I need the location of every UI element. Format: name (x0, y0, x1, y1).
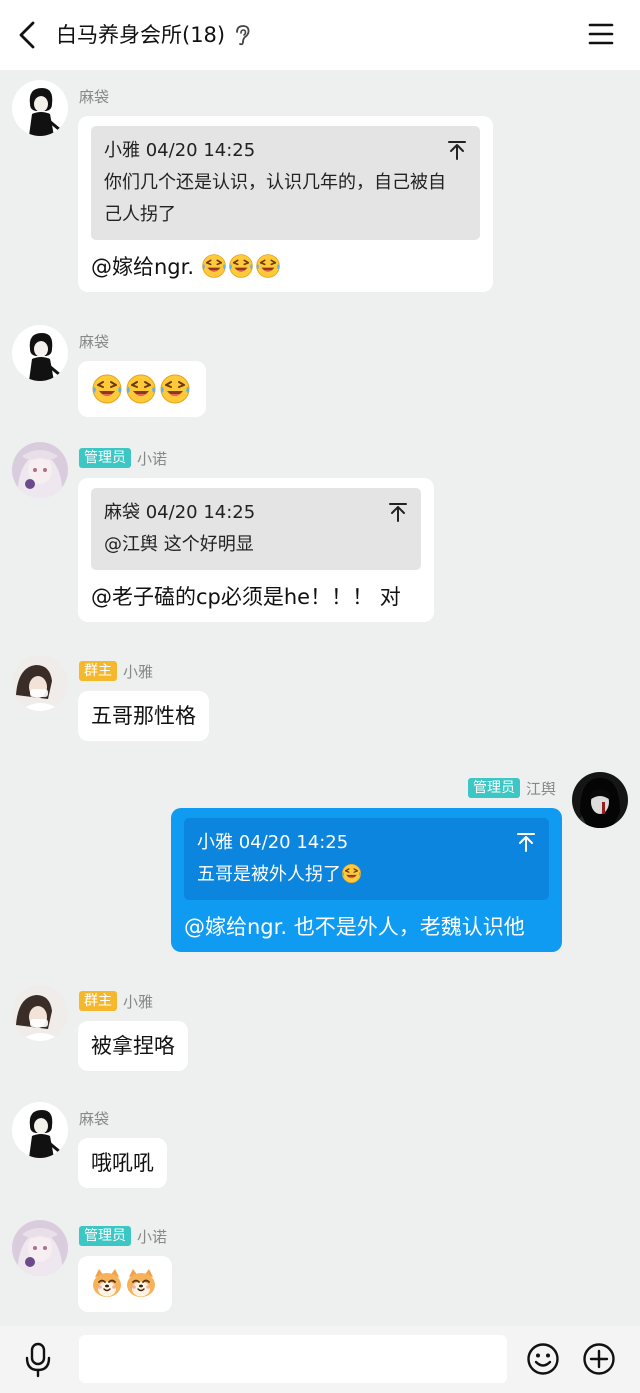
message-bubble[interactable]: 麻袋 04/20 14:25 @江舆 这个好明显 @老子磕的cp必须是he！！！… (78, 478, 434, 622)
message-bubble[interactable]: 被拿捏咯 (78, 1021, 188, 1071)
laughing-tears-emoji (125, 373, 157, 405)
sender-name: 小雅 (123, 992, 154, 1011)
earpiece-mode-icon (236, 25, 250, 46)
sender-name: 江舆 (525, 779, 556, 798)
sender-name: 小诺 (137, 449, 168, 468)
admin-badge: 管理员 (79, 1226, 131, 1246)
quote-header: 麻袋 04/20 14:25 (104, 502, 256, 523)
back-arrow-icon[interactable] (16, 20, 40, 50)
sender-name: 麻袋 (79, 87, 110, 106)
quote-header: 小雅 04/20 14:25 (197, 832, 349, 853)
message-bubble[interactable] (78, 361, 206, 417)
quoted-reply[interactable]: 麻袋 04/20 14:25 @江舆 这个好明显 (91, 488, 421, 570)
sender-name: 麻袋 (79, 1109, 110, 1128)
laughing-tears-emoji (341, 863, 362, 884)
quoted-reply[interactable]: 小雅 04/20 14:25 五哥是被外人拐了 (184, 818, 549, 900)
quote-text: 五哥是被外人拐了 (197, 859, 536, 891)
message-text: 被拿捏咯 (91, 1034, 175, 1058)
quote-text: 你们几个还是认识，认识几年的，自己被自己人拐了 (104, 172, 446, 225)
message-input[interactable] (79, 1335, 507, 1383)
laughing-tears-emoji (91, 373, 123, 405)
message-meta: 麻袋 (79, 1106, 109, 1130)
laughing-tears-emoji (159, 373, 191, 405)
quote-text-content: 五哥是被外人拐了 (197, 864, 341, 885)
message-bubble[interactable]: 哦吼吼 (78, 1138, 167, 1188)
message-meta: 管理员 小诺 (79, 1224, 167, 1248)
message-meta: 群主 小雅 (79, 659, 153, 683)
message-bubble[interactable]: 小雅 04/20 14:25 五哥是被外人拐了 @嫁给ngr. 也不是外人，老魏… (171, 808, 562, 952)
message-list[interactable]: 麻袋 小雅 04/20 14:25 你们几个还是认识，认识几年的，自己被自己人拐… (0, 70, 640, 1326)
owner-badge: 群主 (79, 991, 117, 1011)
quote-text: @江舆 这个好明显 (104, 534, 254, 555)
message-text: @嫁给ngr. (91, 255, 201, 279)
laughing-tears-emoji (255, 253, 281, 279)
avatar[interactable] (12, 442, 68, 498)
avatar[interactable] (12, 1102, 68, 1158)
menu-icon[interactable] (588, 22, 614, 46)
laughing-tears-emoji (228, 253, 254, 279)
input-bar (0, 1326, 640, 1393)
message-bubble[interactable] (78, 1256, 172, 1312)
admin-badge: 管理员 (467, 778, 520, 798)
laughing-tears-emoji (201, 253, 227, 279)
avatar[interactable] (12, 325, 68, 381)
message-meta: 管理员 江舆 (467, 776, 556, 800)
message-bubble[interactable]: 五哥那性格 (78, 691, 209, 741)
message-text: @嫁给ngr. 也不是外人，老魏认识他 (184, 915, 525, 939)
message-bubble[interactable]: 小雅 04/20 14:25 你们几个还是认识，认识几年的，自己被自己人拐了 @… (78, 116, 493, 292)
owner-badge: 群主 (79, 661, 117, 681)
quoted-reply[interactable]: 小雅 04/20 14:25 你们几个还是认识，认识几年的，自己被自己人拐了 (91, 126, 480, 240)
jump-to-original-icon[interactable] (448, 140, 466, 160)
admin-badge: 管理员 (79, 448, 131, 468)
avatar[interactable] (12, 985, 68, 1041)
shiba-doge-emoji (91, 1267, 123, 1299)
sender-name: 小诺 (137, 1227, 168, 1246)
message-text: 五哥那性格 (91, 704, 196, 728)
message-meta: 麻袋 (79, 329, 109, 353)
message-meta: 麻袋 (79, 84, 109, 108)
quote-header: 小雅 04/20 14:25 (104, 140, 256, 161)
message-text: @老子磕的cp必须是he！！！ 对 (91, 585, 401, 609)
avatar[interactable] (12, 1220, 68, 1276)
shiba-doge-emoji (125, 1267, 157, 1299)
microphone-icon[interactable] (24, 1342, 52, 1378)
sender-name: 麻袋 (79, 332, 110, 351)
jump-to-original-icon[interactable] (389, 502, 407, 522)
plus-icon[interactable] (582, 1342, 616, 1376)
chat-header: 白马养身会所(18) (0, 0, 640, 70)
message-meta: 群主 小雅 (79, 989, 153, 1013)
avatar[interactable] (572, 772, 628, 828)
jump-to-original-icon[interactable] (517, 832, 535, 852)
message-text: 哦吼吼 (91, 1151, 154, 1175)
avatar[interactable] (12, 655, 68, 711)
group-title[interactable]: 白马养身会所(18) (56, 19, 225, 51)
message-meta: 管理员 小诺 (79, 446, 167, 470)
sender-name: 小雅 (123, 662, 154, 681)
emoji-icon[interactable] (526, 1342, 560, 1376)
avatar[interactable] (12, 80, 68, 136)
